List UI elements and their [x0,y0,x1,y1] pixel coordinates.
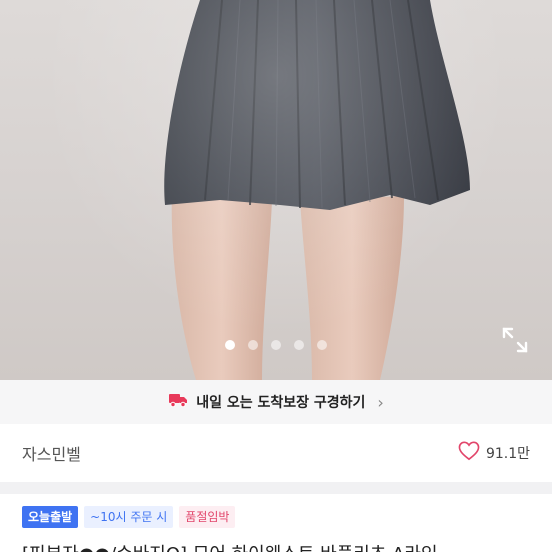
delivery-truck-icon [168,392,188,412]
product-title: [피부자●●/슈바지Q] 모어 하이웨스트 바플리츠 A라인 [22,540,438,552]
chevron-right-icon: › [377,392,384,412]
sold-out-soon-badge: 품절임박 [179,506,236,528]
pagination-dot[interactable] [271,340,281,350]
like-count: 91.1만 [485,446,530,462]
guaranteed-delivery-banner[interactable]: 내일 오는 도착보장 구경하기 › [0,380,552,424]
pagination-dot-active[interactable] [225,340,235,350]
heart-icon [458,441,480,465]
delivery-banner-label: 내일 오는 도착보장 구경하기 [196,395,366,411]
pagination-dot[interactable] [248,340,258,350]
shop-name[interactable]: 자스민벨 [22,441,81,465]
pagination-dot[interactable] [317,340,327,350]
shop-row: 자스민벨 91.1만 [0,424,552,482]
gallery-pagination [0,340,552,354]
section-divider [0,482,552,494]
pagination-dot[interactable] [294,340,304,350]
product-image[interactable] [0,0,552,380]
badge-row: 오늘출발 ~10시 주문 시 품절임박 [22,506,236,528]
like-button[interactable]: 91.1만 [458,441,530,465]
order-cutoff-badge: ~10시 주문 시 [84,506,174,528]
today-shipping-badge: 오늘출발 [22,506,79,528]
